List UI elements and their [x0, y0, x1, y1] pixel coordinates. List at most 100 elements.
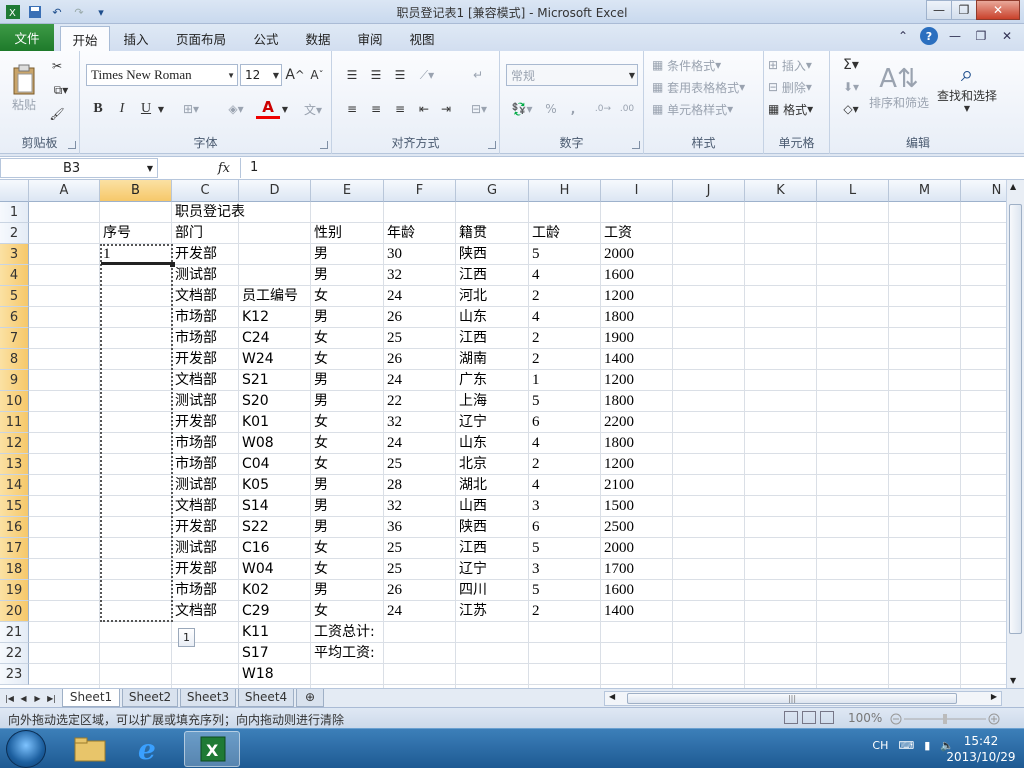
row-header-4[interactable]: 4: [0, 265, 29, 286]
cell-i12[interactable]: 1800: [602, 433, 634, 454]
underline-button[interactable]: U: [136, 99, 156, 119]
clipboard-launcher-icon[interactable]: [68, 141, 76, 149]
cell-f8[interactable]: 26: [385, 349, 402, 370]
cell-e5[interactable]: 女: [312, 286, 328, 307]
explorer-taskbar-icon[interactable]: [62, 731, 118, 767]
cell-f11[interactable]: 32: [385, 412, 402, 433]
column-header-f[interactable]: F: [384, 180, 456, 202]
cell-e8[interactable]: 女: [312, 349, 328, 370]
alignment-launcher-icon[interactable]: [488, 141, 496, 149]
column-header-l[interactable]: L: [817, 180, 889, 202]
cell-f5[interactable]: 24: [385, 286, 402, 307]
cell-d23[interactable]: W18: [240, 664, 274, 685]
row-header-10[interactable]: 10: [0, 391, 29, 412]
cell-h9[interactable]: 1: [530, 370, 540, 391]
font-size-combo[interactable]: 12 ▼: [240, 64, 282, 86]
wrap-text-icon[interactable]: ↵: [468, 65, 488, 85]
cell-c7[interactable]: 市场部: [173, 328, 217, 349]
keyboard-icon[interactable]: ⌨: [898, 739, 914, 752]
cell-e6[interactable]: 男: [312, 307, 328, 328]
cell-i6[interactable]: 1800: [602, 307, 634, 328]
font-name-combo[interactable]: Times New Roman ▼: [86, 64, 238, 86]
ie-taskbar-icon[interactable]: e: [122, 731, 178, 767]
cell-e4[interactable]: 男: [312, 265, 328, 286]
doc-close-icon[interactable]: ✕: [998, 27, 1016, 45]
cell-i7[interactable]: 1900: [602, 328, 634, 349]
tab-file[interactable]: 文件: [0, 24, 54, 51]
shrink-font-button[interactable]: Aˇ: [308, 65, 326, 85]
phonetic-icon[interactable]: 文▾: [298, 99, 328, 119]
cell-h12[interactable]: 4: [530, 433, 540, 454]
row-header-17[interactable]: 17: [0, 538, 29, 559]
cell-g15[interactable]: 山西: [457, 496, 487, 517]
column-header-n[interactable]: N: [961, 180, 1006, 202]
cell-h10[interactable]: 5: [530, 391, 540, 412]
copy-icon[interactable]: ⧉▾: [48, 81, 74, 99]
fill-color-icon[interactable]: ◈▾: [222, 99, 250, 119]
cell-f2[interactable]: 年龄: [385, 223, 415, 244]
comma-button[interactable]: ,: [564, 99, 582, 119]
cell-h18[interactable]: 3: [530, 559, 540, 580]
format-as-table-button[interactable]: ▦ 套用表格格式 ▾: [652, 77, 762, 97]
cell-h19[interactable]: 5: [530, 580, 540, 601]
number-format-combo[interactable]: 常规 ▼: [506, 64, 638, 86]
cell-h3[interactable]: 5: [530, 244, 540, 265]
tab-review[interactable]: 审阅: [348, 26, 392, 51]
align-left-icon[interactable]: ≡: [342, 99, 362, 119]
align-center-icon[interactable]: ≡: [366, 99, 386, 119]
cell-d13[interactable]: C04: [240, 454, 270, 475]
number-launcher-icon[interactable]: [632, 141, 640, 149]
cell-c8[interactable]: 开发部: [173, 349, 217, 370]
cell-g9[interactable]: 广东: [457, 370, 487, 391]
cell-g2[interactable]: 籍贯: [457, 223, 487, 244]
cut-icon[interactable]: ✂: [48, 57, 66, 75]
cell-f12[interactable]: 24: [385, 433, 402, 454]
column-header-k[interactable]: K: [745, 180, 817, 202]
cell-f15[interactable]: 32: [385, 496, 402, 517]
cell-c3[interactable]: 开发部: [173, 244, 217, 265]
fill-icon[interactable]: ⬇▾: [838, 77, 864, 97]
autofill-options-button[interactable]: 1: [178, 628, 195, 647]
cell-f7[interactable]: 25: [385, 328, 402, 349]
sort-filter-button[interactable]: A⇅ 排序和筛选: [868, 55, 930, 119]
restore-button[interactable]: ❐: [951, 0, 977, 20]
cell-e10[interactable]: 男: [312, 391, 328, 412]
zoom-slider[interactable]: [890, 713, 1002, 725]
clock[interactable]: 15:42 2013/10/29: [946, 733, 1016, 765]
column-header-i[interactable]: I: [601, 180, 673, 202]
cell-e13[interactable]: 女: [312, 454, 328, 475]
cell-d14[interactable]: K05: [240, 475, 269, 496]
cell-d6[interactable]: K12: [240, 307, 269, 328]
format-painter-icon[interactable]: 🖌: [48, 105, 66, 123]
cell-h8[interactable]: 2: [530, 349, 540, 370]
align-middle-icon[interactable]: ☰: [366, 65, 386, 85]
row-header-3[interactable]: 3: [0, 244, 29, 265]
percent-button[interactable]: %: [542, 99, 560, 119]
tab-page-layout[interactable]: 页面布局: [170, 26, 232, 51]
cell-i4[interactable]: 1600: [602, 265, 634, 286]
underline-dropdown-icon[interactable]: ▼: [156, 99, 166, 119]
row-header-22[interactable]: 22: [0, 643, 29, 664]
cell-d20[interactable]: C29: [240, 601, 270, 622]
increase-indent-icon[interactable]: ⇥: [436, 99, 456, 119]
cell-f16[interactable]: 36: [385, 517, 402, 538]
cell-i13[interactable]: 1200: [602, 454, 634, 475]
paste-button[interactable]: 粘贴: [6, 57, 42, 119]
tab-home[interactable]: 开始: [60, 26, 110, 51]
cell-h16[interactable]: 6: [530, 517, 540, 538]
cell-g17[interactable]: 江西: [457, 538, 487, 559]
cell-g18[interactable]: 辽宁: [457, 559, 487, 580]
cell-f13[interactable]: 25: [385, 454, 402, 475]
first-sheet-icon[interactable]: |◀: [4, 691, 15, 705]
zoom-level[interactable]: 100%: [848, 711, 882, 725]
cell-b2[interactable]: 序号: [101, 223, 131, 244]
row-header-12[interactable]: 12: [0, 433, 29, 454]
sheet-tab-sheet2[interactable]: Sheet2: [122, 689, 178, 707]
cell-i8[interactable]: 1400: [602, 349, 634, 370]
cell-i20[interactable]: 1400: [602, 601, 634, 622]
cell-e11[interactable]: 女: [312, 412, 328, 433]
row-header-16[interactable]: 16: [0, 517, 29, 538]
column-header-d[interactable]: D: [239, 180, 311, 202]
find-select-button[interactable]: ⌕ 查找和选择 ▼: [934, 55, 1000, 119]
cell-d10[interactable]: S20: [240, 391, 269, 412]
